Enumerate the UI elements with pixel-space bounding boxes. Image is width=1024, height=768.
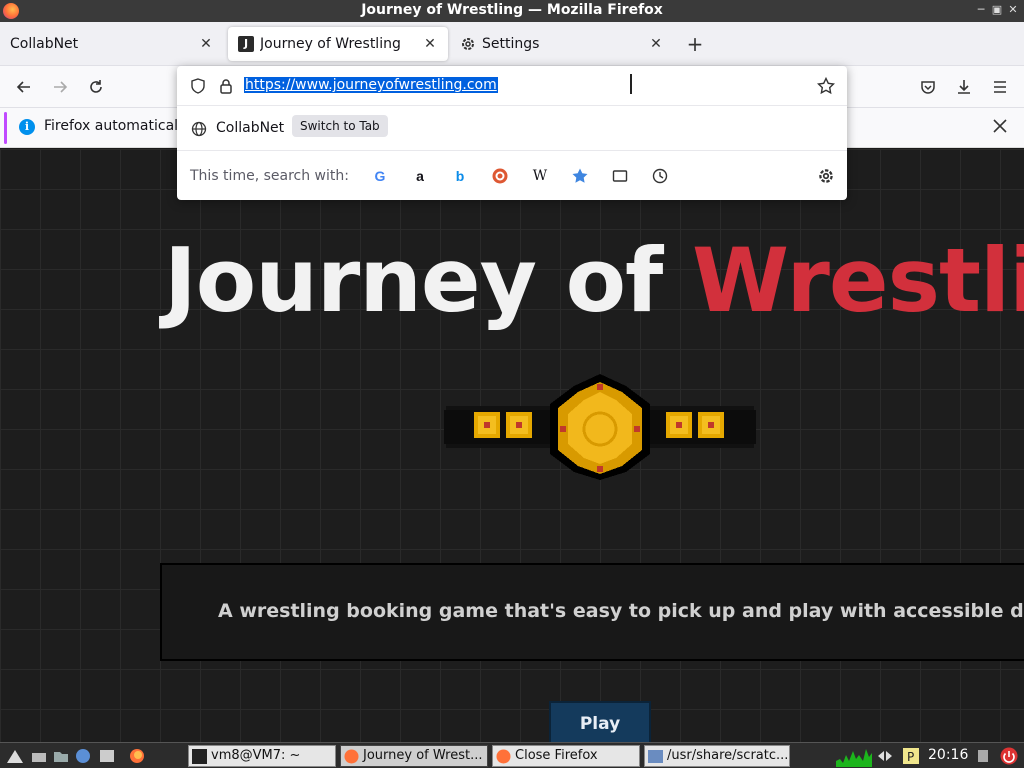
maximize-icon[interactable]: ▣	[990, 3, 1004, 16]
clock: 20:16	[928, 747, 969, 763]
task-label: /usr/share/scratc...	[667, 748, 789, 763]
tab-label: Journey of Wrestling	[260, 36, 401, 52]
back-button[interactable]	[13, 76, 35, 98]
urlbar-input-row[interactable]: https://www.journeyofwrestling.com	[177, 66, 847, 106]
tab-settings[interactable]: Settings ✕	[450, 27, 674, 61]
suggestion-row[interactable]: CollabNet Switch to Tab	[177, 107, 847, 151]
info-icon: i	[19, 119, 35, 135]
one-off-search-row: This time, search with: G a b W	[177, 152, 847, 200]
window-titlebar: Journey of Wrestling — Mozilla Firefox ─…	[0, 0, 1024, 22]
tagline-box: A wrestling booking game that's easy to …	[160, 563, 1024, 661]
lock-icon[interactable]	[218, 78, 234, 94]
parking-app-icon[interactable]: P	[902, 747, 920, 765]
tab-label: Settings	[482, 36, 540, 52]
tab-close-icon[interactable]: ✕	[648, 36, 664, 52]
search-with-label: This time, search with:	[190, 168, 349, 184]
svg-text:P: P	[907, 750, 914, 764]
tab-collabnet[interactable]: CollabNet ✕	[0, 27, 224, 61]
browser-globe-icon[interactable]	[74, 747, 92, 765]
show-desktop-icon[interactable]	[30, 747, 48, 765]
amazon-icon[interactable]: a	[410, 166, 430, 186]
page-title: Journey of Wrestling	[164, 229, 1024, 332]
task-label: Close Firefox	[515, 748, 598, 763]
notification-close-button[interactable]	[990, 116, 1010, 136]
search-settings-gear-icon[interactable]	[817, 167, 835, 185]
suggestion-name: CollabNet	[216, 120, 285, 136]
network-icon[interactable]	[876, 747, 894, 765]
close-window-icon[interactable]: ✕	[1006, 3, 1020, 16]
wikipedia-icon[interactable]: W	[530, 166, 550, 186]
downloads-button[interactable]	[953, 76, 975, 98]
terminal-icon	[192, 749, 207, 764]
title-part-2: Wrestling	[691, 229, 1024, 332]
taskbar-task-terminal[interactable]: vm8@VM7: ~	[188, 745, 336, 767]
menu-button[interactable]	[989, 76, 1011, 98]
url-input[interactable]: https://www.journeyofwrestling.com	[244, 77, 498, 93]
start-menu-icon[interactable]	[6, 747, 24, 765]
reload-button[interactable]	[85, 76, 107, 98]
firefox-launcher-icon[interactable]	[128, 747, 146, 765]
duckduckgo-icon[interactable]	[490, 166, 510, 186]
tab-strip: CollabNet ✕ J Journey of Wrestling ✕ Set…	[0, 22, 1024, 66]
bookmarks-star-icon[interactable]	[570, 166, 590, 186]
tab-journey-of-wrestling[interactable]: J Journey of Wrestling ✕	[228, 27, 448, 61]
windows-icon[interactable]	[98, 747, 116, 765]
forward-button[interactable]	[49, 76, 71, 98]
urlbar-dropdown: https://www.journeyofwrestling.com Colla…	[177, 66, 847, 200]
google-icon[interactable]: G	[370, 166, 390, 186]
window-title: Journey of Wrestling — Mozilla Firefox	[361, 2, 663, 18]
taskbar: vm8@VM7: ~ Journey of Wrest... Close Fir…	[0, 742, 1024, 768]
title-part-1: Journey of	[164, 229, 692, 332]
history-icon[interactable]	[650, 166, 670, 186]
taskbar-task-firefox[interactable]: Journey of Wrest...	[340, 745, 488, 767]
bing-icon[interactable]: b	[450, 166, 470, 186]
tabs-icon[interactable]	[610, 166, 630, 186]
shield-icon[interactable]	[190, 78, 206, 94]
championship-belt-icon	[444, 374, 756, 480]
site-favicon-icon: J	[238, 36, 254, 52]
notification-accent	[4, 112, 7, 144]
notification-text: Firefox automatically	[44, 118, 191, 134]
firefox-icon	[344, 749, 359, 764]
globe-icon	[191, 121, 207, 137]
gear-icon	[460, 36, 476, 52]
task-label: Journey of Wrest...	[363, 748, 483, 763]
tab-label: CollabNet	[10, 36, 79, 52]
tab-close-icon[interactable]: ✕	[422, 36, 438, 52]
cpu-monitor-icon	[836, 749, 872, 767]
tagline-text: A wrestling booking game that's easy to …	[218, 600, 1024, 622]
minimize-icon[interactable]: ─	[974, 3, 988, 16]
bookmark-star-icon[interactable]	[817, 77, 835, 95]
pocket-button[interactable]	[917, 76, 939, 98]
power-icon[interactable]	[1000, 747, 1018, 765]
switch-to-tab-button[interactable]: Switch to Tab	[292, 115, 388, 137]
window-icon	[648, 750, 663, 763]
text-cursor-icon	[630, 74, 632, 94]
task-label: vm8@VM7: ~	[211, 748, 301, 763]
new-tab-button[interactable]: +	[684, 34, 706, 56]
volume-icon[interactable]	[974, 747, 992, 765]
tab-close-icon[interactable]: ✕	[198, 36, 214, 52]
taskbar-task-folder[interactable]: /usr/share/scratc...	[644, 745, 790, 767]
file-manager-icon[interactable]	[52, 747, 70, 765]
page-content: Journey of Wrestling A wrestling booking…	[0, 149, 1024, 742]
play-button[interactable]: Play	[549, 701, 651, 742]
firefox-icon	[496, 749, 511, 764]
taskbar-task-close-firefox[interactable]: Close Firefox	[492, 745, 640, 767]
